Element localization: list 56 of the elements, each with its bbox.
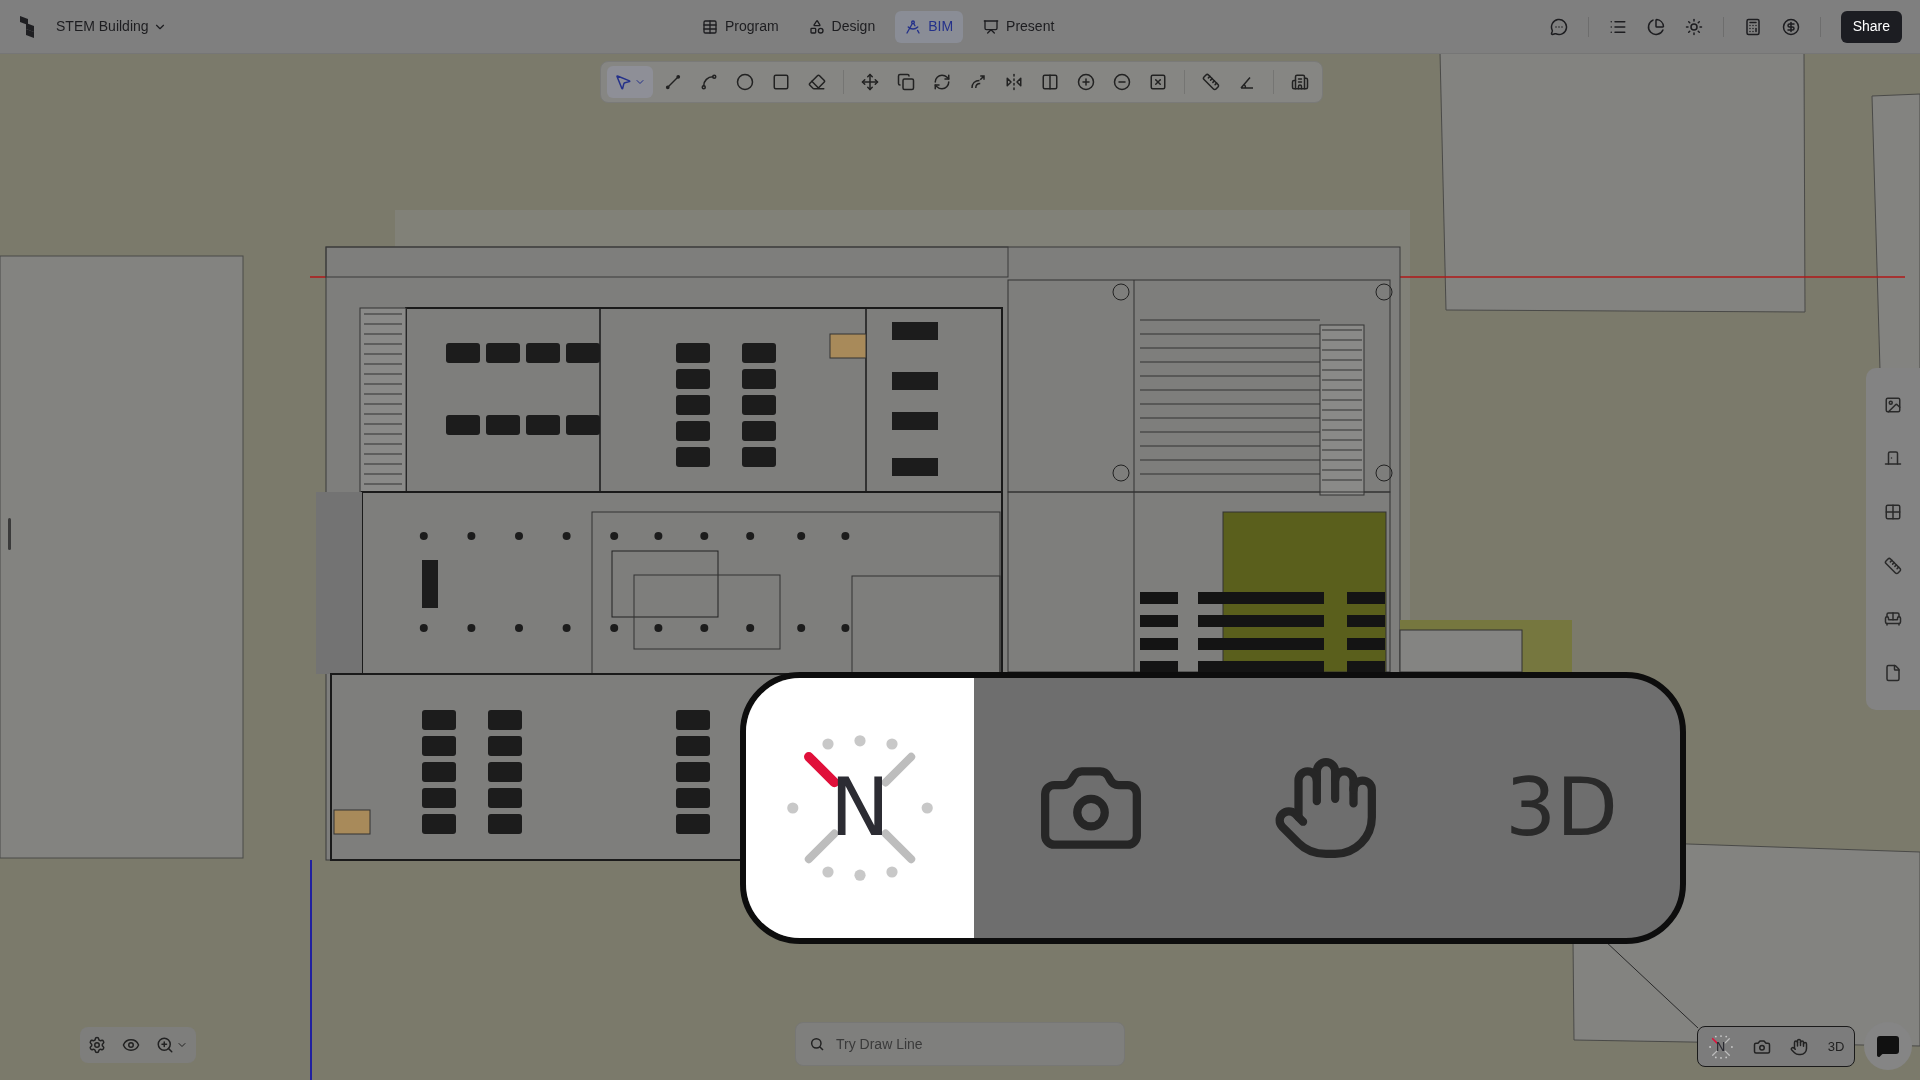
mode-tab[interactable]: Design (798, 10, 886, 43)
pointer-icon (614, 73, 632, 91)
side-handle[interactable] (8, 518, 11, 550)
compass-icon (1707, 1033, 1734, 1060)
eye-icon[interactable] (122, 1036, 140, 1054)
mode-tab[interactable]: Present (973, 10, 1065, 43)
compass-panel[interactable]: N (746, 678, 974, 938)
image-icon[interactable] (1884, 395, 1902, 414)
copy-icon (897, 73, 915, 91)
ruler-icon[interactable] (1884, 556, 1902, 575)
settings-icon[interactable] (88, 1036, 106, 1054)
mode-tab[interactable]: Program (691, 10, 789, 43)
dollar-icon[interactable] (1781, 17, 1800, 36)
shapes-icon (808, 18, 825, 35)
compass-label: N (830, 768, 890, 848)
command-search-field[interactable]: Try Draw Line (795, 1022, 1125, 1066)
share-button[interactable]: Share (1840, 10, 1902, 43)
window-icon[interactable] (1884, 503, 1902, 522)
compass-label: N (1715, 1040, 1726, 1053)
sun-icon[interactable] (1684, 17, 1703, 36)
chat-button[interactable] (1864, 1022, 1912, 1070)
comment-icon[interactable] (1549, 17, 1568, 36)
file-icon[interactable] (1884, 664, 1902, 683)
square-x-icon (1149, 73, 1167, 91)
sofa-icon[interactable] (1884, 610, 1902, 629)
arc-icon (700, 73, 718, 91)
circle-minus-icon (1113, 73, 1131, 91)
ruler-icon (1202, 73, 1220, 91)
line-icon (664, 73, 682, 91)
building-icon (1291, 73, 1309, 91)
hand-icon[interactable] (1790, 1037, 1809, 1056)
calculator-icon[interactable] (1743, 17, 1762, 36)
zoom-icon[interactable] (156, 1036, 174, 1054)
chat-icon (1876, 1034, 1900, 1058)
mode-tab[interactable]: BIM (895, 10, 964, 43)
mirror-icon (1005, 73, 1023, 91)
project-name-button[interactable]: STEM Building (56, 16, 167, 37)
eraser-icon (808, 73, 826, 91)
search-icon (809, 1036, 825, 1052)
3d-mode-label[interactable]: 3D (1505, 748, 1618, 868)
columns-icon (1041, 73, 1059, 91)
square-icon (772, 73, 790, 91)
move-icon (861, 73, 879, 91)
3d-mode-label[interactable]: 3D (1827, 1036, 1845, 1057)
rotate-icon (933, 73, 951, 91)
compass-icon (905, 18, 922, 35)
pie-chart-icon[interactable] (1646, 17, 1665, 36)
offset-icon (969, 73, 987, 91)
circle-icon (736, 73, 754, 91)
circle-plus-icon (1077, 73, 1095, 91)
select-tool-button[interactable] (607, 66, 653, 98)
presentation-icon (983, 18, 1000, 35)
table-icon (701, 18, 718, 35)
logo-icon (18, 14, 36, 39)
camera-icon[interactable] (1753, 1037, 1771, 1056)
door-icon[interactable] (1884, 449, 1902, 468)
